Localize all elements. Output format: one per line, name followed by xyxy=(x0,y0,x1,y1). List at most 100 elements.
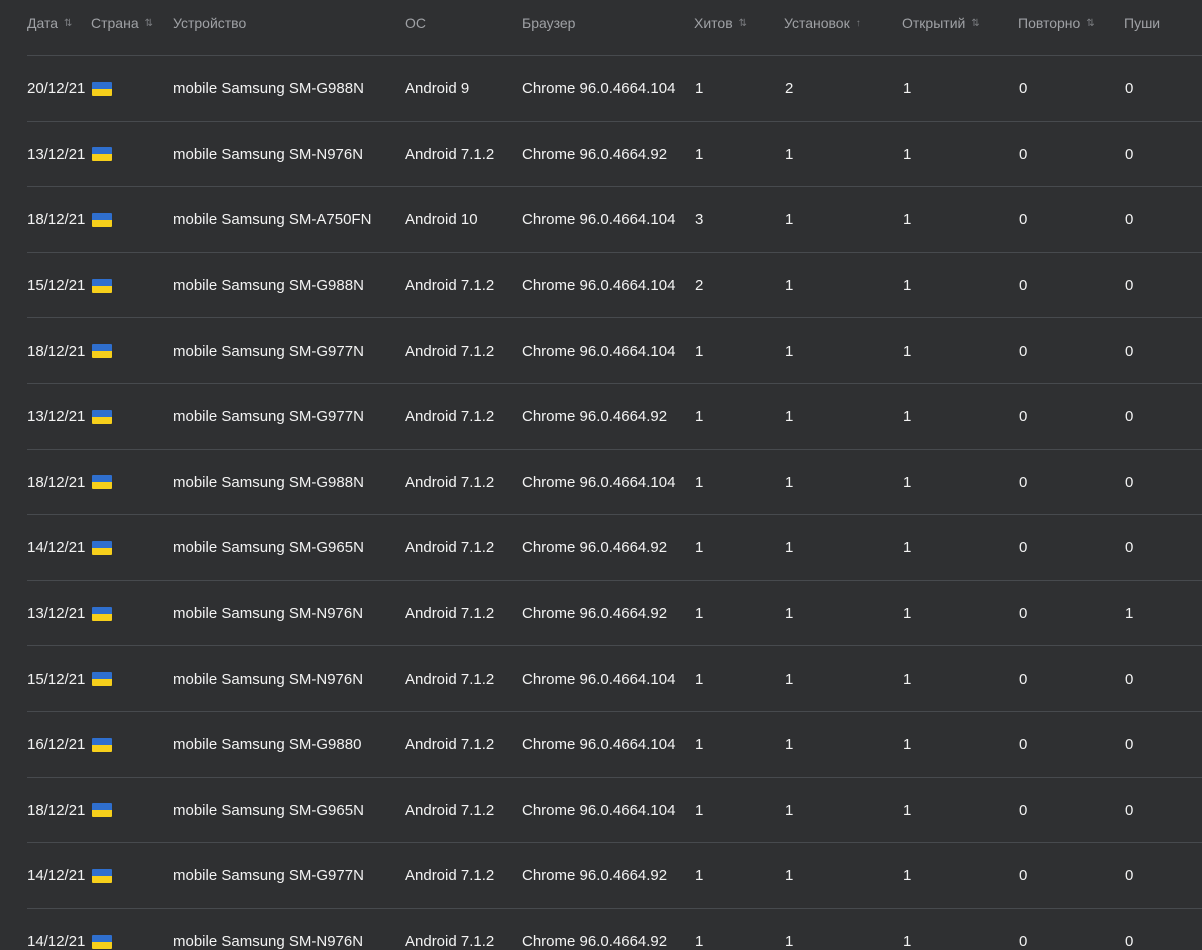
opens-cell: 1 xyxy=(903,80,912,98)
column-header-browser[interactable]: Браузер xyxy=(522,0,694,52)
device-cell: mobile Samsung SM-G977N xyxy=(173,342,364,360)
country-cell xyxy=(85,736,173,752)
column-header-country[interactable]: Страна ⇅ xyxy=(85,0,173,52)
date-cell: 16/12/21 xyxy=(27,736,85,754)
hits-cell: 1 xyxy=(695,473,704,491)
hits-cell: 1 xyxy=(695,342,704,360)
repeat-cell: 0 xyxy=(1019,473,1028,491)
column-header-opens[interactable]: Открытий ⇅ xyxy=(902,0,1018,52)
table-row[interactable]: 18/12/21 mobile Samsung SM-G988N Android 7… xyxy=(0,448,1202,515)
installs-cell: 1 xyxy=(785,277,794,295)
stats-table: Дата ⇅ Страна ⇅ Устройство ОС Браузер Хитов ⇅ Уст… xyxy=(0,0,1202,950)
column-header-installs[interactable]: Установок ↑ xyxy=(784,0,902,52)
hits-cell: 1 xyxy=(695,145,704,163)
pushes-cell: 0 xyxy=(1125,80,1134,98)
table-row[interactable]: 14/12/21 mobile Samsung SM-G977N Android 7… xyxy=(0,842,1202,908)
table-row[interactable]: 14/12/21 mobile Samsung SM-G965N Android 7… xyxy=(0,514,1202,580)
table-row[interactable]: 13/12/21 mobile Samsung SM-N976N Android 7… xyxy=(0,579,1202,646)
hits-cell: 1 xyxy=(695,867,704,885)
os-cell: Android 7.1.2 xyxy=(405,473,495,491)
browser-cell: Chrome 96.0.4664.104 xyxy=(522,473,676,491)
repeat-cell: 0 xyxy=(1019,277,1028,295)
column-header-os[interactable]: ОС xyxy=(405,0,522,52)
table-row[interactable]: 18/12/21 mobile Samsung SM-A750FN Android … xyxy=(0,186,1202,252)
table-row[interactable]: 18/12/21 mobile Samsung SM-G977N Android 7… xyxy=(0,317,1202,383)
sort-icon[interactable]: ⇅ xyxy=(64,18,73,29)
os-cell: Android 7.1.2 xyxy=(405,145,495,163)
os-cell: Android 7.1.2 xyxy=(405,933,495,950)
date-cell: 18/12/21 xyxy=(27,473,85,491)
os-cell: Android 7.1.2 xyxy=(405,736,495,754)
date-cell: 13/12/21 xyxy=(27,605,85,623)
ukraine-flag-icon xyxy=(92,409,112,424)
opens-cell: 1 xyxy=(903,473,912,491)
browser-cell: Chrome 96.0.4664.104 xyxy=(522,670,676,688)
date-cell: 20/12/21 xyxy=(27,80,85,98)
repeat-cell: 0 xyxy=(1019,145,1028,163)
ukraine-flag-icon xyxy=(92,803,112,818)
table-row[interactable]: 14/12/21 mobile Samsung SM-N976N Android 7… xyxy=(0,907,1202,950)
os-cell: Android 7.1.2 xyxy=(405,342,495,360)
date-cell: 18/12/21 xyxy=(27,801,85,819)
opens-cell: 1 xyxy=(903,277,912,295)
hits-cell: 2 xyxy=(695,277,704,295)
sort-ascending-icon[interactable]: ↑ xyxy=(856,18,861,29)
device-cell: mobile Samsung SM-N976N xyxy=(173,670,364,688)
date-cell: 14/12/21 xyxy=(27,933,85,950)
table-row[interactable]: 20/12/21 mobile Samsung SM-G988N Android 9… xyxy=(0,55,1202,121)
column-header-hits[interactable]: Хитов ⇅ xyxy=(694,0,784,52)
browser-cell: Chrome 96.0.4664.104 xyxy=(522,342,676,360)
device-cell: mobile Samsung SM-G988N xyxy=(173,473,364,491)
repeat-cell: 0 xyxy=(1019,933,1028,950)
ukraine-flag-icon xyxy=(92,606,112,621)
table-row[interactable]: 15/12/21 mobile Samsung SM-G988N Android 7… xyxy=(0,251,1202,318)
pushes-cell: 0 xyxy=(1125,277,1134,295)
column-header-pushes[interactable]: Пуши xyxy=(1124,0,1202,52)
ukraine-flag-icon xyxy=(92,278,112,293)
installs-cell: 1 xyxy=(785,408,794,426)
table-row[interactable]: 13/12/21 mobile Samsung SM-N976N Android 7… xyxy=(0,120,1202,187)
device-cell: mobile Samsung SM-G988N xyxy=(173,80,364,98)
country-cell xyxy=(85,145,173,162)
table-row[interactable]: 16/12/21 mobile Samsung SM-G9880 Android 7… xyxy=(0,710,1202,777)
column-header-label: Браузер xyxy=(522,15,576,31)
country-cell xyxy=(85,801,173,818)
country-cell xyxy=(85,408,173,424)
sort-icon[interactable]: ⇅ xyxy=(1086,18,1095,29)
pushes-cell: 0 xyxy=(1125,408,1134,426)
os-cell: Android 10 xyxy=(405,211,478,229)
installs-cell: 1 xyxy=(785,473,794,491)
hits-cell: 1 xyxy=(695,80,704,98)
repeat-cell: 0 xyxy=(1019,605,1028,623)
opens-cell: 1 xyxy=(903,736,912,754)
pushes-cell: 0 xyxy=(1125,539,1134,557)
device-cell: mobile Samsung SM-G965N xyxy=(173,801,364,819)
table-row[interactable]: 15/12/21 mobile Samsung SM-N976N Android 7… xyxy=(0,645,1202,711)
repeat-cell: 0 xyxy=(1019,342,1028,360)
hits-cell: 1 xyxy=(695,408,704,426)
country-cell xyxy=(85,277,173,293)
device-cell: mobile Samsung SM-G9880 xyxy=(173,736,362,754)
pushes-cell: 0 xyxy=(1125,867,1134,885)
column-header-device[interactable]: Устройство xyxy=(173,0,405,52)
opens-cell: 1 xyxy=(903,539,912,557)
column-header-repeat[interactable]: Повторно ⇅ xyxy=(1018,0,1124,52)
column-header-label: ОС xyxy=(405,15,426,31)
opens-cell: 1 xyxy=(903,145,912,163)
table-row[interactable]: 18/12/21 mobile Samsung SM-G965N Android 7… xyxy=(0,776,1202,843)
column-header-date[interactable]: Дата ⇅ xyxy=(0,0,85,52)
country-cell xyxy=(85,867,173,883)
browser-cell: Chrome 96.0.4664.104 xyxy=(522,277,676,295)
os-cell: Android 7.1.2 xyxy=(405,801,495,819)
country-cell xyxy=(85,670,173,687)
os-cell: Android 7.1.2 xyxy=(405,408,495,426)
table-header: Дата ⇅ Страна ⇅ Устройство ОС Браузер Хитов ⇅ Уст… xyxy=(0,0,1202,52)
repeat-cell: 0 xyxy=(1019,211,1028,229)
browser-cell: Chrome 96.0.4664.104 xyxy=(522,801,676,819)
table-row[interactable]: 13/12/21 mobile Samsung SM-G977N Android 7… xyxy=(0,382,1202,449)
sort-icon[interactable]: ⇅ xyxy=(145,18,154,29)
pushes-cell: 1 xyxy=(1125,605,1134,623)
sort-icon[interactable]: ⇅ xyxy=(739,18,748,29)
sort-icon[interactable]: ⇅ xyxy=(971,18,980,29)
ukraine-flag-icon xyxy=(92,540,112,555)
